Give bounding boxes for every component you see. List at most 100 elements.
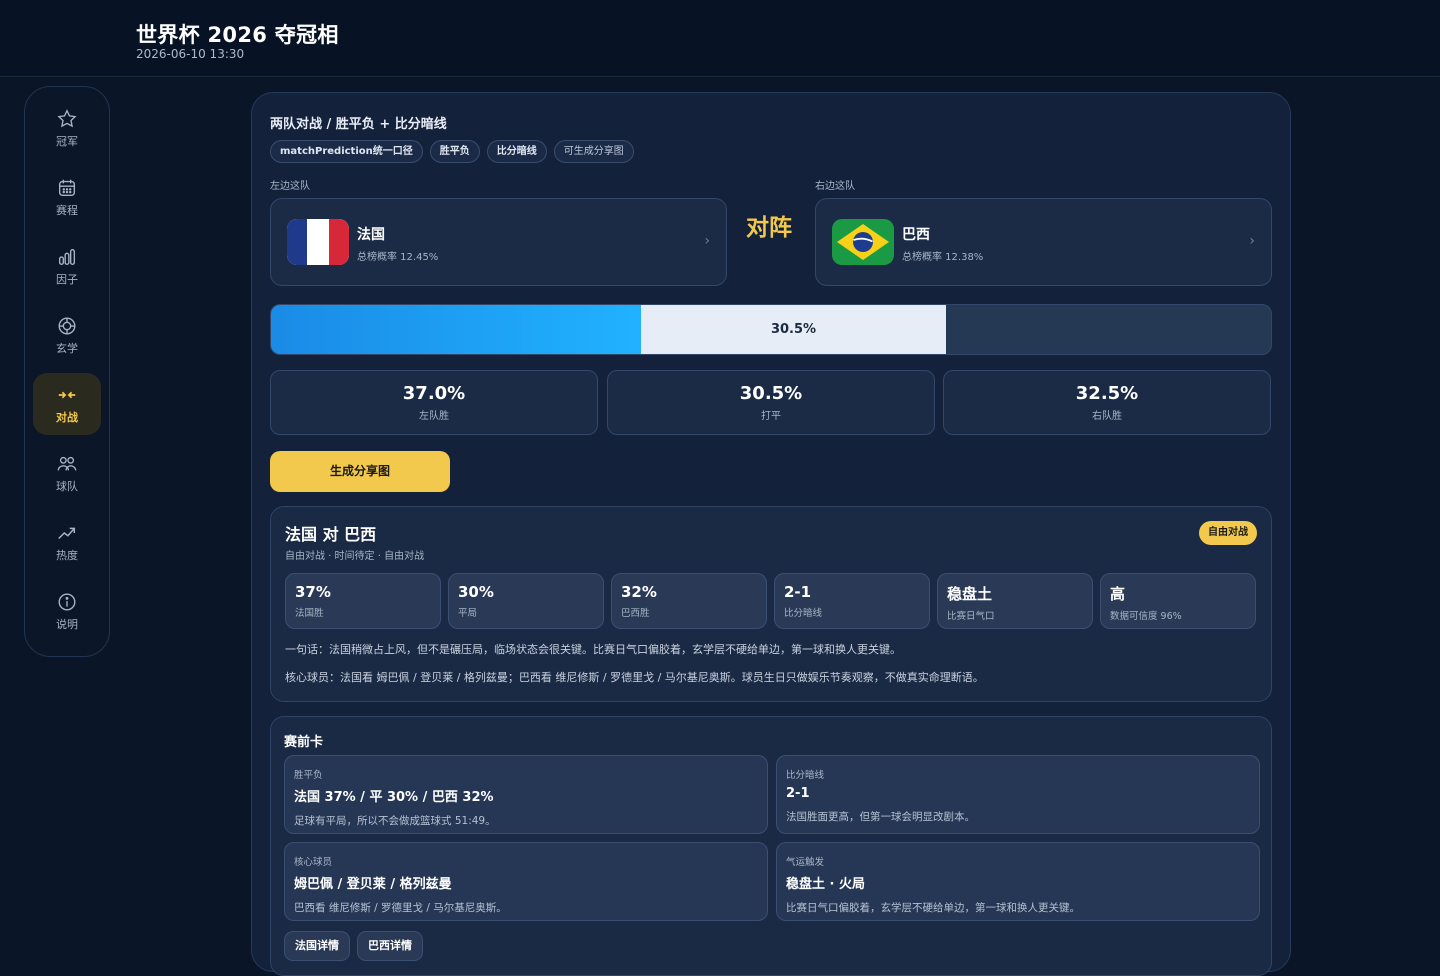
left-team-name: 法国 xyxy=(357,227,385,243)
stat-value: 37.0% xyxy=(402,383,466,404)
card-tag: 核心球员 xyxy=(294,857,333,868)
generate-share-image-button[interactable]: 生成分享图 xyxy=(270,451,450,492)
card-headline: 姆巴佩 / 登贝莱 / 格列兹曼 xyxy=(294,877,452,892)
sidebar-item-help[interactable]: 说明 xyxy=(33,580,101,642)
brazil-detail-button[interactable]: 巴西详情 xyxy=(357,931,423,961)
draw-segment-label: 30.5% xyxy=(770,322,817,337)
card-tag: 胜平负 xyxy=(294,770,323,781)
key-players-text: 核心球员：法国看 姆巴佩 / 登贝莱 / 格列兹曼；巴西看 维尼修斯 / 罗德里… xyxy=(285,671,984,684)
metric-value: 稳盘土 xyxy=(947,585,993,603)
metric-label: 数据可信度 96% xyxy=(1110,611,1182,622)
sidebar-item-schedule[interactable]: 赛程 xyxy=(33,166,101,228)
metric-label: 巴西胜 xyxy=(621,608,650,619)
metric-label: 平局 xyxy=(458,608,478,619)
brazil-flag-icon xyxy=(832,219,894,265)
sidebar-item-label: 赛程 xyxy=(56,203,78,217)
card-description: 巴西看 维尼修斯 / 罗德里戈 / 马尔基尼奥斯。 xyxy=(294,902,507,914)
left-team-label: 左边这队 xyxy=(270,181,310,192)
sidebar-item-metaphysics[interactable]: 玄学 xyxy=(33,304,101,366)
prematch-card-result: 胜平负 法国 37% / 平 30% / 巴西 32% 足球有平局，所以不会做成… xyxy=(284,755,768,834)
metric-value: 37% xyxy=(295,583,331,601)
prematch-card-players: 核心球员 姆巴佩 / 登贝莱 / 格列兹曼 巴西看 维尼修斯 / 罗德里戈 / … xyxy=(284,842,768,921)
left-win-segment xyxy=(271,305,641,354)
calendar-icon xyxy=(58,179,76,196)
chip: 可生成分享图 xyxy=(553,140,634,163)
card-headline: 法国 37% / 平 30% / 巴西 32% xyxy=(294,790,494,805)
left-team-selector[interactable]: 法国 总榜概率 12.45% › xyxy=(270,198,727,286)
prematch-card-section: 赛前卡 胜平负 法国 37% / 平 30% / 巴西 32% 足球有平局，所以… xyxy=(270,716,1272,976)
prematch-title: 赛前卡 xyxy=(284,735,324,750)
stat-value: 30.5% xyxy=(739,383,803,404)
sidebar-item-label: 玄学 xyxy=(56,341,78,355)
metric-card: 32% 巴西胜 xyxy=(611,573,767,629)
metric-card: 2-1 比分暗线 xyxy=(774,573,930,629)
chip: 胜平负 xyxy=(429,140,480,163)
bar-chart-icon xyxy=(58,248,76,265)
sidebar-item-label: 说明 xyxy=(56,617,78,631)
right-win-segment xyxy=(946,305,1271,354)
top-bar: 世界杯 2026 夺冠相 2026-06-10 13:30 xyxy=(0,0,1440,77)
sidebar-item-label: 热度 xyxy=(56,548,78,562)
trend-icon xyxy=(58,527,76,539)
section-title: 两队对战 / 胜平负 + 比分暗线 xyxy=(270,117,447,132)
match-mode-badge: 自由对战 xyxy=(1199,521,1257,545)
prematch-card-fortune: 气运触发 稳盘土 · 火局 比赛日气口偏胶着，玄学层不硬给单边，第一球和换人更关… xyxy=(776,842,1260,921)
card-headline: 稳盘土 · 火局 xyxy=(786,877,865,892)
stat-label: 打平 xyxy=(761,411,781,422)
chevron-right-icon: › xyxy=(1249,233,1255,249)
left-team-prob: 总榜概率 12.45% xyxy=(357,252,439,263)
versus-icon xyxy=(58,391,76,398)
draw-segment: 30.5% xyxy=(641,305,946,354)
sidebar-item-heat[interactable]: 热度 xyxy=(33,511,101,573)
match-summary-card: 法国 对 巴西 自由对战 · 时间待定 · 自由对战 自由对战 37% 法国胜 3… xyxy=(270,506,1272,702)
versus-label: 对阵 xyxy=(746,215,792,241)
right-team-selector[interactable]: 巴西 总榜概率 12.38% › xyxy=(815,198,1272,286)
chevron-right-icon: › xyxy=(704,233,710,249)
metric-label: 比赛日气口 xyxy=(947,611,995,622)
sidebar-nav: 冠军 赛程 因子 玄学 对战 球队 热度 说明 xyxy=(24,86,110,657)
prematch-card-score: 比分暗线 2-1 法国胜面更高，但第一球会明显改剧本。 xyxy=(776,755,1260,834)
right-team-name: 巴西 xyxy=(902,227,930,243)
sidebar-item-label: 球队 xyxy=(56,479,78,493)
sidebar-item-teams[interactable]: 球队 xyxy=(33,442,101,504)
page-title: 世界杯 2026 夺冠相 xyxy=(136,23,339,47)
team-icon xyxy=(57,456,77,470)
match-metrics: 37% 法国胜 30% 平局 32% 巴西胜 2-1 比分暗线 稳盘土比赛日气口 高数据… xyxy=(285,573,1256,629)
match-title: 法国 对 巴西 xyxy=(285,525,377,544)
metric-value: 2-1 xyxy=(784,583,812,601)
card-description: 足球有平局，所以不会做成篮球式 51:49。 xyxy=(294,815,496,827)
info-icon xyxy=(58,593,76,610)
chip: 比分暗线 xyxy=(486,140,547,163)
sidebar-item-champion[interactable]: 冠军 xyxy=(33,97,101,159)
compass-icon xyxy=(58,317,76,334)
right-team-prob: 总榜概率 12.38% xyxy=(902,252,984,263)
france-flag-icon xyxy=(287,219,349,265)
probability-bar: 30.5% xyxy=(270,304,1272,355)
match-subtitle: 自由对战 · 时间待定 · 自由对战 xyxy=(285,551,425,562)
left-win-stat: 37.0% 左队胜 xyxy=(270,370,598,435)
metric-value: 32% xyxy=(621,583,657,601)
card-description: 法国胜面更高，但第一球会明显改剧本。 xyxy=(786,811,975,823)
sidebar-item-label: 对战 xyxy=(56,410,78,424)
card-tag: 气运触发 xyxy=(786,857,825,868)
stat-value: 32.5% xyxy=(1075,383,1139,404)
metric-card: 30% 平局 xyxy=(448,573,604,629)
metric-card: 稳盘土 比赛日气口 xyxy=(937,573,1093,629)
sidebar-item-factors[interactable]: 因子 xyxy=(33,235,101,297)
sidebar-item-versus[interactable]: 对战 xyxy=(33,373,101,435)
metric-value: 高 xyxy=(1110,585,1126,603)
sidebar-item-label: 冠军 xyxy=(56,134,78,148)
star-icon xyxy=(57,108,77,127)
stat-label: 右队胜 xyxy=(1092,411,1122,422)
sidebar-item-label: 因子 xyxy=(56,272,78,286)
card-description: 比赛日气口偏胶着，玄学层不硬给单边，第一球和换人更关键。 xyxy=(786,902,1080,914)
metric-label: 法国胜 xyxy=(295,608,324,619)
draw-stat: 30.5% 打平 xyxy=(607,370,935,435)
france-detail-button[interactable]: 法国详情 xyxy=(284,931,350,961)
chip: matchPrediction统一口径 xyxy=(270,140,423,163)
page-datetime: 2026-06-10 13:30 xyxy=(136,47,245,61)
metric-card: 高数据可信度 96% xyxy=(1100,573,1256,629)
right-win-stat: 32.5% 右队胜 xyxy=(943,370,1271,435)
card-tag: 比分暗线 xyxy=(786,770,825,781)
team-detail-buttons: 法国详情 巴西详情 xyxy=(284,931,423,961)
